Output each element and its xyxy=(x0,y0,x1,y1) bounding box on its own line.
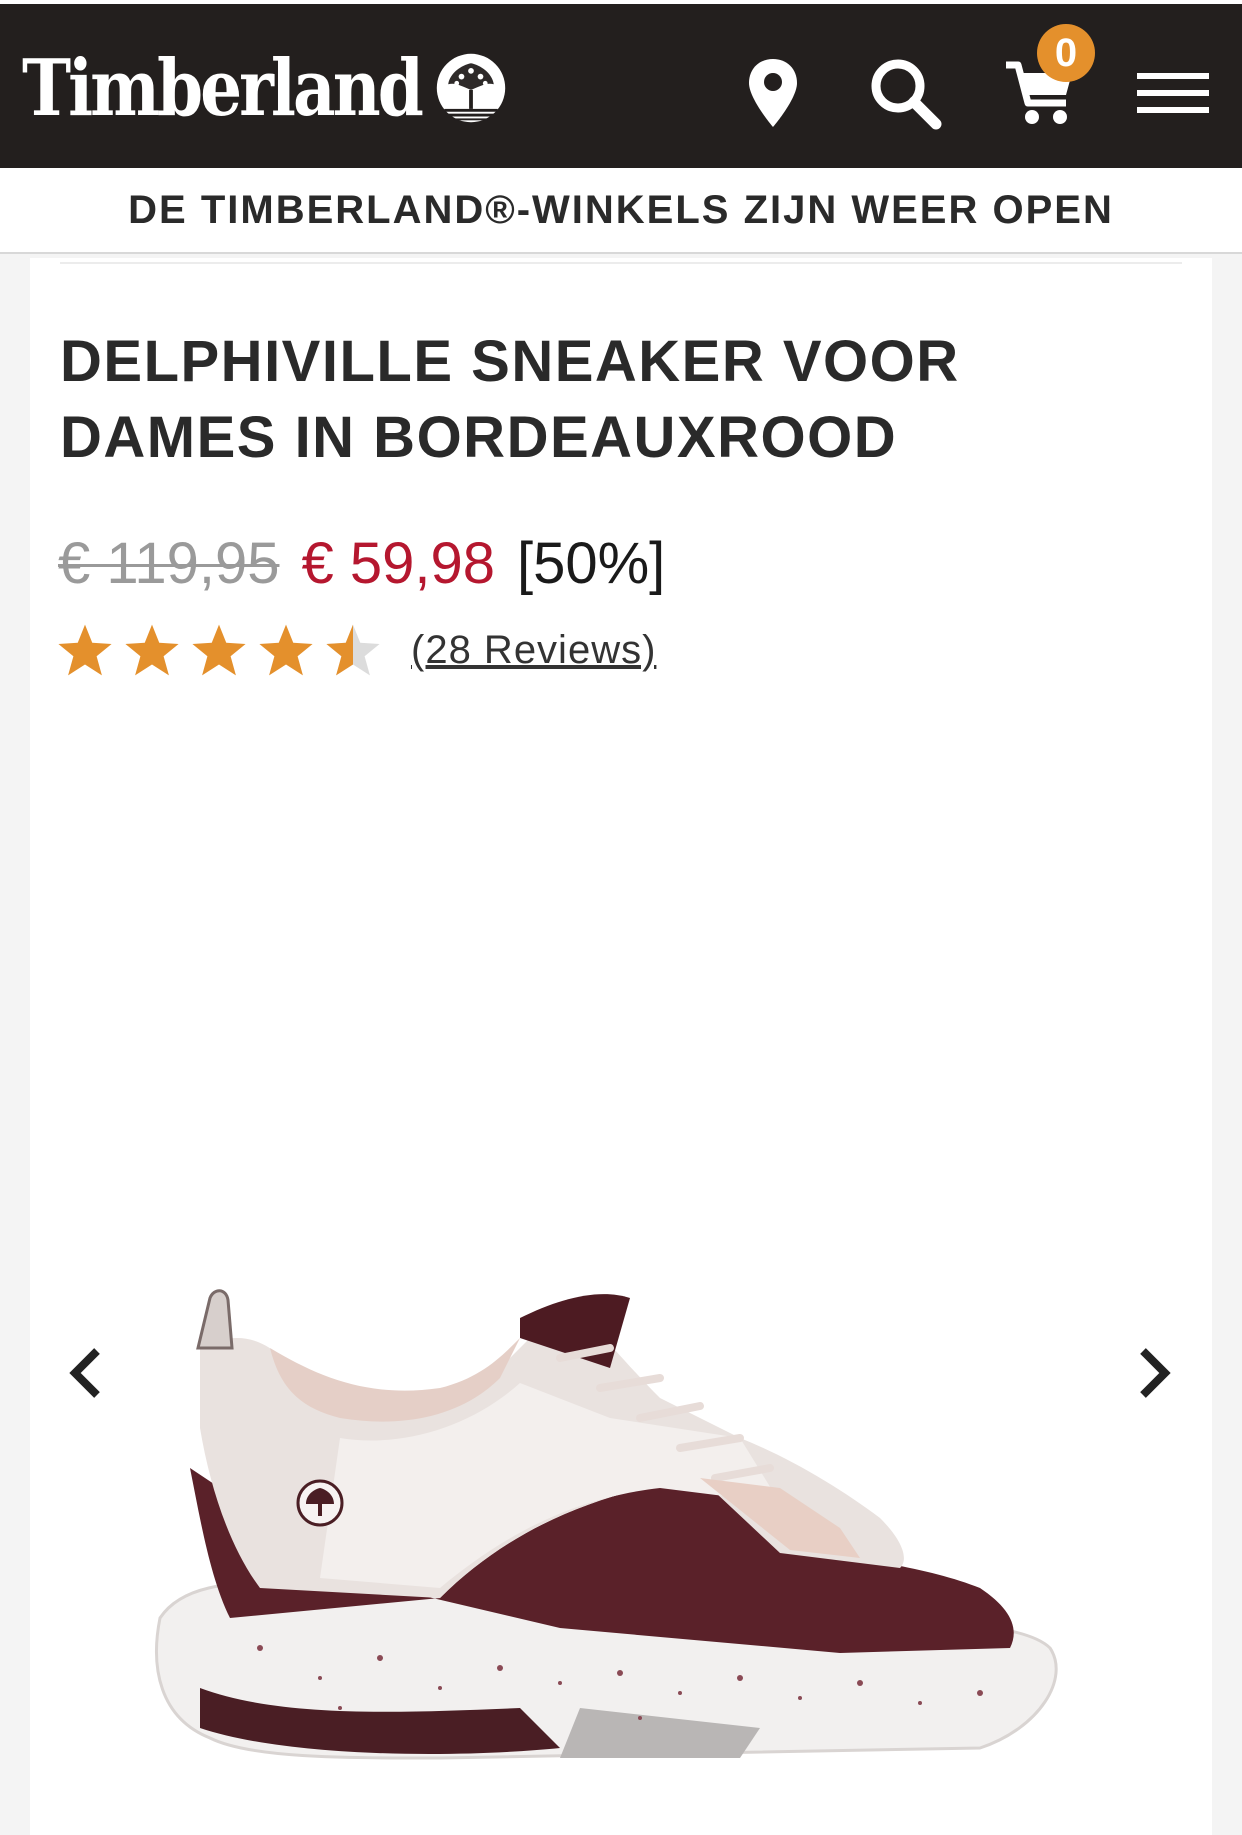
search-icon[interactable] xyxy=(860,48,950,138)
sale-price: € 59,98 xyxy=(301,530,495,596)
half-star-icon xyxy=(326,624,380,676)
star-icon xyxy=(259,624,313,676)
chevron-left-icon[interactable] xyxy=(50,1338,120,1408)
reviews-link[interactable]: (28 Reviews) xyxy=(411,628,656,673)
star-icon xyxy=(192,624,246,676)
top-navigation-bar: Timberland 0 xyxy=(0,0,1242,168)
brand-wordmark: Timberland xyxy=(22,41,424,135)
brand-logo[interactable]: Timberland xyxy=(22,48,509,128)
location-pin-icon[interactable] xyxy=(728,48,818,138)
cart-count-badge: 0 xyxy=(1037,24,1095,82)
promo-banner[interactable]: DE TIMBERLAND®-WINKELS ZIJN WEER OPEN xyxy=(0,168,1242,254)
star-icon xyxy=(125,624,179,676)
star-icon xyxy=(58,624,112,676)
original-price: € 119,95 xyxy=(58,530,280,596)
promo-text: DE TIMBERLAND®-WINKELS ZIJN WEER OPEN xyxy=(128,187,1114,232)
discount-percentage: [50%] xyxy=(516,530,666,596)
product-card: DELPHIVILLE SNEAKER VOOR DAMES IN BORDEA… xyxy=(30,258,1212,1835)
product-title: DELPHIVILLE SNEAKER VOOR DAMES IN BORDEA… xyxy=(60,329,960,470)
divider xyxy=(60,262,1182,264)
tree-logo-icon xyxy=(436,53,506,123)
price-row: € 119,95 € 59,98 [50%] xyxy=(58,528,665,598)
rating-row: (28 Reviews) xyxy=(56,620,656,680)
hamburger-menu-icon[interactable] xyxy=(1128,48,1218,138)
product-image[interactable] xyxy=(140,1288,1140,1808)
